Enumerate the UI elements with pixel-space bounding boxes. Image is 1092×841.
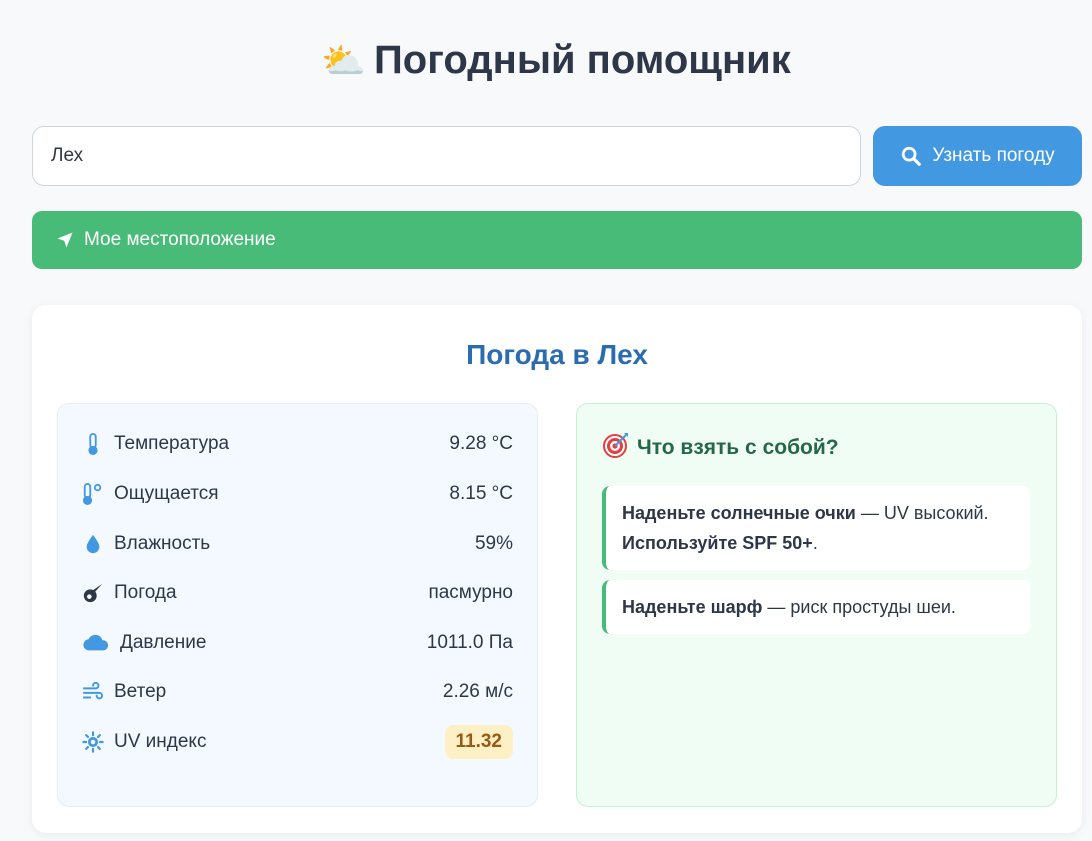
advice-scarf-text: — риск простуды шеи. <box>762 597 956 617</box>
wind-icon <box>82 682 104 702</box>
advice-scarf-bold: Наденьте шарф <box>622 597 763 617</box>
advice-spf-text: . <box>812 533 818 553</box>
temperature-label: Температура <box>114 433 230 454</box>
location-arrow-icon <box>57 232 73 248</box>
my-location-label: Мое местоположение <box>84 229 276 250</box>
weather-title: Погода в Лех <box>466 339 648 370</box>
condition-value: пасмурно <box>428 582 513 603</box>
weather-card: Погода в Лех Температура 9.28 °C Ощущает… <box>32 305 1082 833</box>
my-location-button[interactable]: Мое местоположение <box>32 211 1082 269</box>
get-weather-label: Узнать погоду <box>932 145 1055 166</box>
uv-index-label: UV индекс <box>114 731 207 752</box>
target-icon <box>603 432 629 464</box>
wind-value: 2.26 м/с <box>442 681 513 702</box>
weather-row-condition: Погода пасмурно <box>82 575 513 611</box>
advice-sunglasses-text: — UV высокий. <box>855 503 989 523</box>
thermometer-feels-icon <box>82 483 104 505</box>
search-icon <box>902 146 922 166</box>
pressure-value: 1011.0 Па <box>426 632 513 653</box>
advice-sunglasses-bold: Наденьте солнечные очки <box>622 503 856 523</box>
weather-row-humidity: Влажность 59% <box>82 526 513 562</box>
sun-icon <box>82 731 104 753</box>
uv-index-badge: 11.32 <box>444 725 513 759</box>
condition-label: Погода <box>114 582 177 603</box>
temperature-value: 9.28 °C <box>449 433 513 454</box>
humidity-label: Влажность <box>114 533 211 554</box>
advice-title-text: Что взять с собой? <box>637 436 839 459</box>
cloud-icon <box>82 634 110 652</box>
weather-row-wind: Ветер 2.26 м/с <box>82 674 513 710</box>
wind-label: Ветер <box>114 681 167 702</box>
advice-title: Что взять с собой? <box>603 432 839 464</box>
page-title-text: Погодный помощник <box>374 38 791 82</box>
weather-row-feels-like: Ощущается 8.15 °C <box>82 476 513 512</box>
sun-behind-cloud-icon: ⛅ <box>321 39 367 81</box>
humidity-value: 59% <box>474 533 513 554</box>
advice-item-sunglasses: Наденьте солнечные очки — UV высокий. Ис… <box>602 486 1031 570</box>
weather-row-pressure: Давление 1011.0 Па <box>82 625 513 661</box>
advice-spf-bold: Используйте SPF 50+ <box>622 533 813 553</box>
page-title: ⛅ Погодный помощник <box>0 38 1092 83</box>
feels-like-value: 8.15 °C <box>449 483 513 504</box>
feels-like-label: Ощущается <box>114 483 219 504</box>
get-weather-button[interactable]: Узнать погоду <box>873 126 1082 186</box>
weather-row-uv: UV индекс 11.32 <box>82 724 513 760</box>
droplet-icon <box>82 534 104 554</box>
weather-row-temperature: Температура 9.28 °C <box>82 426 513 462</box>
pressure-label: Давление <box>120 632 207 653</box>
advice-panel: Что взять с собой? Наденьте солнечные оч… <box>576 403 1057 807</box>
meteor-icon <box>82 582 104 604</box>
thermometer-icon <box>82 433 104 455</box>
weather-details-panel: Температура 9.28 °C Ощущается 8.15 °C Вл… <box>57 403 538 807</box>
city-search-input[interactable] <box>32 126 861 186</box>
advice-item-scarf: Наденьте шарф — риск простуды шеи. <box>602 580 1031 634</box>
